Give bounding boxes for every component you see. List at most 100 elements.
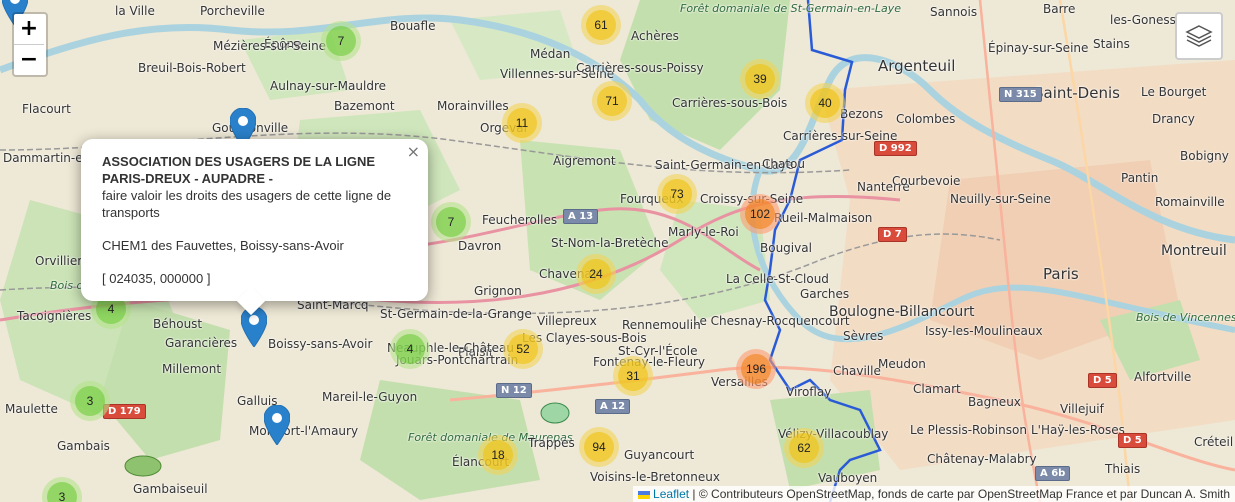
marker-cluster[interactable]: 94: [579, 427, 619, 467]
place-label: St-Nom-la-Bretèche: [551, 236, 669, 250]
cluster-count: 7: [326, 26, 356, 56]
place-label: Trappes: [528, 436, 575, 450]
place-label: Villejuif: [1060, 402, 1104, 416]
place-label: Morainvilles: [437, 99, 509, 113]
place-label: Sèvres: [843, 329, 884, 343]
zoom-control: + −: [12, 12, 48, 77]
place-label: Médan: [530, 47, 571, 61]
road-shield: D 5: [1118, 433, 1147, 448]
leaflet-link[interactable]: Leaflet: [653, 487, 689, 501]
place-label: Bazemont: [334, 99, 395, 113]
cluster-count: 39: [745, 64, 775, 94]
place-label: Bois de Vincennes: [1136, 311, 1235, 324]
place-label: Maulette: [5, 402, 58, 416]
place-label: Bouafle: [390, 19, 436, 33]
place-label: Boulogne-Billancourt: [829, 304, 975, 320]
cluster-count: 31: [618, 361, 648, 391]
place-label: Carrières-sous-Bois: [672, 96, 788, 110]
place-label: la Ville: [115, 4, 155, 18]
layers-button[interactable]: [1175, 12, 1223, 60]
map-marker[interactable]: [264, 405, 290, 445]
marker-cluster[interactable]: 196: [736, 349, 776, 389]
place-label: Mézières-sur-Seine: [213, 39, 327, 53]
marker-cluster[interactable]: 7: [431, 202, 471, 242]
place-label: Porcheville: [200, 4, 265, 18]
marker-cluster[interactable]: 39: [740, 59, 780, 99]
place-label: Grignon: [474, 284, 522, 298]
place-label: Épinay-sur-Seine: [988, 41, 1089, 55]
place-label: Forêt domaniale de St-Germain-en-Laye: [680, 2, 902, 15]
marker-cluster[interactable]: 3: [70, 381, 110, 421]
place-label: Le Plessis-Robinson: [910, 423, 1027, 437]
attribution: Leaflet | © Contributeurs OpenStreetMap,…: [633, 486, 1235, 502]
road-shield: D 5: [1088, 373, 1117, 388]
road-shield: N 315: [999, 87, 1042, 102]
cluster-count: 94: [584, 432, 614, 462]
place-label: Breuil-Bois-Robert: [138, 61, 246, 75]
place-label: Le Chesnay-Rocquencourt: [693, 314, 850, 328]
cluster-count: 61: [586, 10, 616, 40]
place-label: Thiais: [1105, 462, 1141, 476]
place-label: Châtenay-Malabry: [927, 452, 1037, 466]
place-label: Argenteuil: [878, 57, 956, 75]
place-label: Chatou: [762, 157, 805, 171]
marker-cluster[interactable]: 11: [502, 103, 542, 143]
popup-close-button[interactable]: ×: [407, 143, 420, 160]
marker-cluster[interactable]: 62: [784, 428, 824, 468]
place-label: St-Germain-de-la-Grange: [380, 307, 532, 321]
place-label: Courbevoie: [892, 174, 961, 188]
layers-icon: [1185, 25, 1213, 47]
cluster-count: 7: [436, 207, 466, 237]
marker-cluster[interactable]: 102: [740, 194, 780, 234]
road-shield: D 179: [103, 404, 146, 419]
place-label: Villepreux: [537, 314, 597, 328]
place-label: Feucherolles: [482, 213, 558, 227]
place-label: Flacourt: [22, 102, 71, 116]
popup-address: CHEM1 des Fauvettes, Boissy-sans-Avoir: [102, 238, 344, 253]
place-label: Saint-Denis: [1034, 84, 1120, 102]
place-label: Paris: [1043, 265, 1079, 283]
cluster-count: 3: [47, 482, 77, 502]
marker-cluster[interactable]: 4: [390, 329, 430, 369]
attribution-text: | © Contributeurs OpenStreetMap, fonds d…: [692, 487, 1230, 501]
place-label: Bobigny: [1180, 149, 1229, 163]
zoom-in-button[interactable]: +: [14, 14, 44, 45]
road-shield: A 13: [563, 209, 599, 224]
marker-cluster[interactable]: 71: [592, 81, 632, 121]
place-label: La Celle-St-Cloud: [726, 272, 829, 286]
marker-cluster[interactable]: 18: [478, 435, 518, 475]
cluster-count: 4: [395, 334, 425, 364]
marker-cluster[interactable]: 52: [503, 329, 543, 369]
place-label: Rueil-Malmaison: [774, 211, 873, 225]
map-marker-selected[interactable]: [241, 307, 267, 347]
cluster-count: 24: [581, 259, 611, 289]
place-label: Pantin: [1121, 171, 1159, 185]
road-shield: D 992: [874, 141, 917, 156]
place-label: Carrières-sous-Poissy: [576, 61, 704, 75]
cluster-count: 102: [745, 199, 775, 229]
place-label: Issy-les-Moulineaux: [925, 324, 1043, 338]
place-label: Bougival: [760, 241, 812, 255]
place-label: Barre: [1043, 2, 1076, 16]
marker-cluster[interactable]: 73: [657, 174, 697, 214]
cluster-count: 73: [662, 179, 692, 209]
zoom-out-button[interactable]: −: [14, 45, 44, 75]
place-label: Guyancourt: [624, 448, 695, 462]
marker-cluster[interactable]: 40: [805, 83, 845, 123]
place-label: Gambaiseuil: [133, 482, 208, 496]
cluster-count: 62: [789, 433, 819, 463]
place-label: Drancy: [1152, 112, 1195, 126]
popup-content: ASSOCIATION DES USAGERS DE LA LIGNE PARI…: [102, 153, 402, 287]
road-shield: A 12: [595, 399, 631, 414]
place-label: Boissy-sans-Avoir: [268, 337, 373, 351]
marker-cluster[interactable]: 31: [613, 356, 653, 396]
marker-cluster[interactable]: 7: [321, 21, 361, 61]
place-label: Aulnay-sur-Mauldre: [270, 79, 386, 93]
marker-cluster[interactable]: 61: [581, 5, 621, 45]
map-canvas[interactable]: la Ville Porcheville Épône Bouafle Médan…: [0, 0, 1235, 502]
road-shield: D 7: [878, 227, 907, 242]
place-label: Millemont: [162, 362, 222, 376]
place-label: Béhoust: [153, 317, 203, 331]
marker-cluster[interactable]: 24: [576, 254, 616, 294]
place-label: Vauboyen: [818, 471, 878, 485]
